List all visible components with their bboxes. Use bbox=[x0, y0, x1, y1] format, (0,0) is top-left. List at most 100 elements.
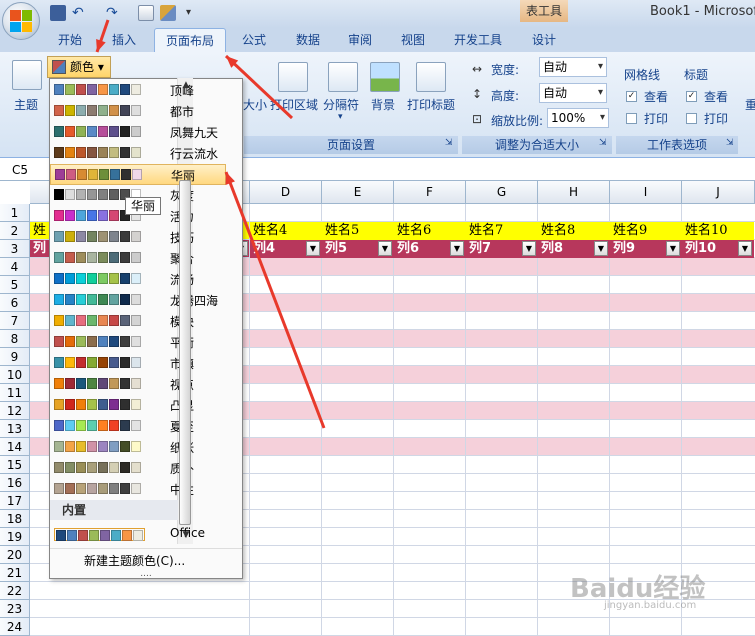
row-header-7[interactable]: 7 bbox=[0, 312, 30, 330]
theme-color-item[interactable]: 凤舞九天 bbox=[50, 122, 226, 143]
filter-dropdown-icon[interactable]: ▼ bbox=[738, 241, 752, 256]
print-area-icon[interactable] bbox=[278, 62, 308, 92]
gridlines-view-checkbox[interactable]: ✓ bbox=[626, 91, 637, 102]
background-button[interactable]: 背景 bbox=[371, 96, 395, 113]
theme-color-item[interactable]: 行云流水 bbox=[50, 143, 226, 164]
row-header-8[interactable]: 8 bbox=[0, 330, 30, 348]
theme-color-item[interactable]: 夏至 bbox=[50, 416, 226, 437]
theme-color-item[interactable]: 纸张 bbox=[50, 437, 226, 458]
scroll-up-icon[interactable]: ▲ bbox=[180, 80, 192, 92]
name-cell[interactable]: 姓名4 bbox=[250, 222, 322, 240]
column-header-e[interactable]: E bbox=[322, 181, 394, 204]
row-header-18[interactable]: 18 bbox=[0, 510, 30, 528]
filter-dropdown-icon[interactable]: ▼ bbox=[594, 241, 608, 256]
column-header-f[interactable]: F bbox=[394, 181, 466, 204]
row-header-12[interactable]: 12 bbox=[0, 402, 30, 420]
column-header-i[interactable]: I bbox=[610, 181, 682, 204]
themes-label[interactable]: 主题 bbox=[14, 96, 38, 113]
column-header-g[interactable]: G bbox=[466, 181, 538, 204]
theme-color-item[interactable]: 平衡 bbox=[50, 332, 226, 353]
row-header-13[interactable]: 13 bbox=[0, 420, 30, 438]
column-header-j[interactable]: J bbox=[682, 181, 755, 204]
headings-view-checkbox[interactable]: ✓ bbox=[686, 91, 697, 102]
breaks-dropdown-icon[interactable]: ▾ bbox=[338, 112, 343, 122]
scale-spinner[interactable]: 100% bbox=[547, 108, 609, 128]
filter-dropdown-icon[interactable]: ▼ bbox=[306, 241, 320, 256]
fit-launcher-icon[interactable]: ⇲ bbox=[599, 138, 607, 148]
tab-developer[interactable]: 开发工具 bbox=[448, 28, 508, 52]
column-header-h[interactable]: H bbox=[538, 181, 610, 204]
row-header-21[interactable]: 21 bbox=[0, 564, 30, 582]
row-header-14[interactable]: 14 bbox=[0, 438, 30, 456]
filter-dropdown-icon[interactable]: ▼ bbox=[666, 241, 680, 256]
scroll-down-icon[interactable]: ▼ bbox=[180, 530, 192, 542]
size-button[interactable]: 大小 bbox=[243, 96, 267, 113]
dropdown-scroll-thumb[interactable] bbox=[179, 180, 191, 525]
name-cell[interactable]: 姓名7 bbox=[466, 222, 538, 240]
tab-data[interactable]: 数据 bbox=[288, 28, 328, 52]
tab-page-layout[interactable]: 页面布局 bbox=[154, 28, 226, 52]
name-cell[interactable]: 姓名6 bbox=[394, 222, 466, 240]
print-area-button[interactable]: 打印区域 bbox=[270, 96, 318, 113]
tab-home[interactable]: 开始 bbox=[50, 28, 90, 52]
sheet-options-launcher-icon[interactable]: ⇲ bbox=[726, 138, 734, 148]
theme-color-item[interactable]: 顶峰 bbox=[50, 80, 226, 101]
name-box[interactable]: C5 bbox=[0, 159, 46, 181]
row-header-6[interactable]: 6 bbox=[0, 294, 30, 312]
theme-color-item[interactable]: 市镇 bbox=[50, 353, 226, 374]
row-header-9[interactable]: 9 bbox=[0, 348, 30, 366]
name-cell[interactable]: 姓名9 bbox=[610, 222, 682, 240]
print-titles-icon[interactable] bbox=[416, 62, 446, 92]
theme-color-item[interactable]: 聚合 bbox=[50, 248, 226, 269]
theme-color-item[interactable]: 质朴 bbox=[50, 458, 226, 479]
row-header-17[interactable]: 17 bbox=[0, 492, 30, 510]
theme-color-item[interactable]: 龙腾四海 bbox=[50, 290, 226, 311]
theme-color-item-office[interactable]: Office bbox=[50, 524, 226, 545]
name-cell[interactable]: 姓名5 bbox=[322, 222, 394, 240]
row-header-16[interactable]: 16 bbox=[0, 474, 30, 492]
office-button[interactable] bbox=[2, 2, 40, 40]
tab-formulas[interactable]: 公式 bbox=[234, 28, 274, 52]
gridlines-print-checkbox[interactable] bbox=[626, 113, 637, 124]
row-header-3[interactable]: 3 bbox=[0, 240, 30, 258]
row-header-24[interactable]: 24 bbox=[0, 618, 30, 636]
theme-color-item[interactable]: 凸显 bbox=[50, 395, 226, 416]
name-cell[interactable]: 姓名10 bbox=[682, 222, 754, 240]
filter-dropdown-icon[interactable]: ▼ bbox=[450, 241, 464, 256]
row-header-1[interactable]: 1 bbox=[0, 204, 30, 222]
tab-view[interactable]: 视图 bbox=[393, 28, 433, 52]
redo-icon[interactable]: ↷ bbox=[106, 5, 122, 21]
row-header-11[interactable]: 11 bbox=[0, 384, 30, 402]
dropdown-resize-grip[interactable]: .... bbox=[50, 570, 242, 579]
theme-color-item[interactable]: 华丽 bbox=[50, 164, 226, 185]
print-preview-icon[interactable] bbox=[138, 5, 154, 21]
print-titles-button[interactable]: 打印标题 bbox=[407, 96, 455, 113]
theme-color-item[interactable]: 中性 bbox=[50, 479, 226, 500]
theme-color-item[interactable]: 视点 bbox=[50, 374, 226, 395]
row-header-19[interactable]: 19 bbox=[0, 528, 30, 546]
save-icon[interactable] bbox=[50, 5, 66, 21]
row-header-10[interactable]: 10 bbox=[0, 366, 30, 384]
theme-color-item[interactable]: 技巧 bbox=[50, 227, 226, 248]
tab-review[interactable]: 审阅 bbox=[340, 28, 380, 52]
row-header-2[interactable]: 2 bbox=[0, 222, 30, 240]
headings-print-checkbox[interactable] bbox=[686, 113, 697, 124]
filter-dropdown-icon[interactable]: ▼ bbox=[378, 241, 392, 256]
breaks-button[interactable]: 分隔符 bbox=[323, 96, 359, 113]
format-painter-icon[interactable] bbox=[160, 5, 176, 21]
row-header-5[interactable]: 5 bbox=[0, 276, 30, 294]
filter-dropdown-icon[interactable]: ▼ bbox=[522, 241, 536, 256]
column-header-d[interactable]: D bbox=[250, 181, 322, 204]
tab-insert[interactable]: 插入 bbox=[104, 28, 144, 52]
height-select[interactable]: 自动 bbox=[539, 83, 607, 103]
arrange-group-partial[interactable]: 重 bbox=[745, 96, 755, 113]
breaks-icon[interactable] bbox=[328, 62, 358, 92]
theme-color-item[interactable]: 流畅 bbox=[50, 269, 226, 290]
theme-color-item[interactable]: 模块 bbox=[50, 311, 226, 332]
tab-design[interactable]: 设计 bbox=[524, 28, 564, 52]
theme-color-item[interactable]: 都市 bbox=[50, 101, 226, 122]
page-setup-launcher-icon[interactable]: ⇲ bbox=[445, 138, 453, 148]
background-icon[interactable] bbox=[370, 62, 400, 92]
row-header-23[interactable]: 23 bbox=[0, 600, 30, 618]
row-header-20[interactable]: 20 bbox=[0, 546, 30, 564]
